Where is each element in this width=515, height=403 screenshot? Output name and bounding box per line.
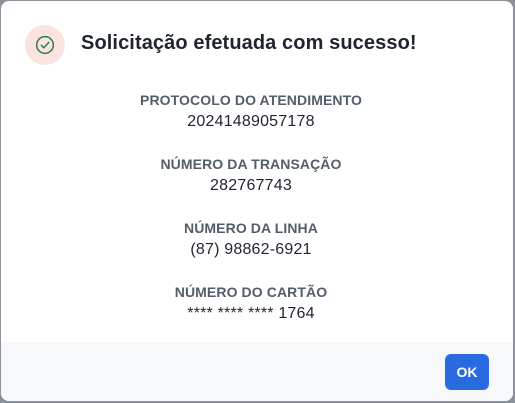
dialog-header: Solicitação efetuada com sucesso! bbox=[25, 21, 417, 69]
detail-protocol: PROTOCOLO DO ATENDIMENTO 20241489057178 bbox=[1, 91, 501, 155]
details-list: PROTOCOLO DO ATENDIMENTO 20241489057178 … bbox=[1, 91, 501, 347]
ok-button[interactable]: OK bbox=[445, 354, 489, 390]
success-dialog: Solicitação efetuada com sucesso! PROTOC… bbox=[1, 1, 513, 401]
success-icon-badge bbox=[25, 25, 65, 65]
detail-value: 282767743 bbox=[210, 177, 292, 194]
detail-line-number: NÚMERO DA LINHA (87) 98862-6921 bbox=[1, 219, 501, 283]
detail-value: 20241489057178 bbox=[187, 113, 315, 130]
detail-value: **** **** **** 1764 bbox=[187, 305, 315, 322]
detail-card-number: NÚMERO DO CARTÃO **** **** **** 1764 bbox=[1, 283, 501, 347]
dialog-footer: OK bbox=[1, 342, 513, 401]
detail-label: NÚMERO DA LINHA bbox=[184, 220, 318, 236]
detail-transaction: NÚMERO DA TRANSAÇÃO 282767743 bbox=[1, 155, 501, 219]
detail-label: NÚMERO DO CARTÃO bbox=[174, 284, 328, 300]
detail-label: NÚMERO DA TRANSAÇÃO bbox=[160, 156, 342, 172]
detail-label: PROTOCOLO DO ATENDIMENTO bbox=[140, 92, 362, 108]
check-circle-icon bbox=[35, 35, 55, 55]
detail-value: (87) 98862-6921 bbox=[190, 241, 312, 258]
dialog-title: Solicitação efetuada com sucesso! bbox=[81, 31, 417, 54]
